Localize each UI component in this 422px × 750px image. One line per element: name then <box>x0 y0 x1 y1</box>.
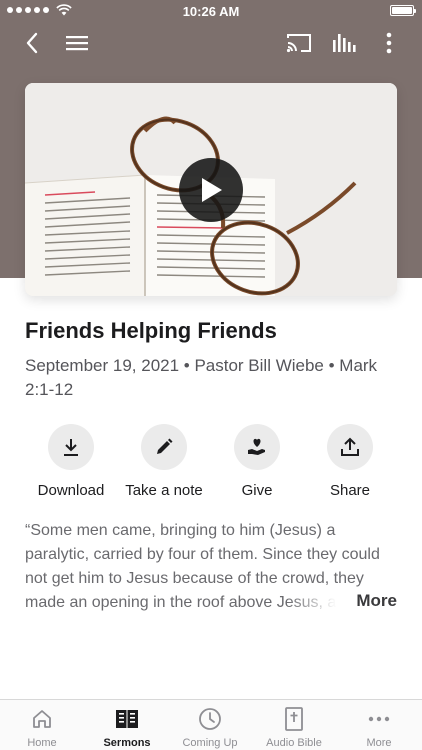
tab-coming-up[interactable]: Coming Up <box>168 706 252 749</box>
menu-button[interactable] <box>62 28 92 58</box>
tab-more[interactable]: More <box>337 706 421 749</box>
book-icon <box>116 710 138 728</box>
back-button[interactable] <box>17 28 47 58</box>
take-note-button[interactable]: Take a note <box>114 424 214 499</box>
audio-bars-icon <box>333 34 356 52</box>
sermon-meta: September 19, 2021 • Pastor Bill Wiebe •… <box>25 356 378 399</box>
hamburger-icon <box>66 36 88 51</box>
share-circle <box>327 424 373 470</box>
download-circle <box>48 424 94 470</box>
tab-sermons-label: Sermons <box>103 737 151 749</box>
cast-button[interactable] <box>284 28 314 58</box>
give-button[interactable]: Give <box>207 424 307 499</box>
bible-icon <box>285 707 303 731</box>
status-time: 10:26 AM <box>182 4 240 19</box>
play-button[interactable] <box>179 158 243 222</box>
download-button[interactable]: Download <box>21 424 121 499</box>
chevron-left-icon <box>26 32 38 54</box>
overflow-menu-button[interactable] <box>374 28 404 58</box>
give-label: Give <box>241 482 273 499</box>
sermon-artwork[interactable] <box>25 83 397 296</box>
take-note-circle <box>141 424 187 470</box>
tab-home[interactable]: Home <box>0 706 84 749</box>
cast-icon <box>286 34 311 53</box>
battery-icon <box>390 5 416 16</box>
sermon-title: Friends Helping Friends <box>25 318 277 343</box>
take-note-label: Take a note <box>125 482 203 499</box>
play-icon <box>202 178 222 202</box>
sermon-description: “Some men came, bringing to him (Jesus) … <box>25 519 397 615</box>
download-icon <box>64 439 78 456</box>
tab-coming-up-label: Coming Up <box>182 737 238 749</box>
more-link[interactable]: More <box>356 591 397 611</box>
tab-bar: Home Sermons Coming Up Audio Bible More <box>0 699 422 750</box>
tab-audio-bible[interactable]: Audio Bible <box>252 706 336 749</box>
action-bar: Download Take a note Give Share <box>25 424 397 504</box>
heart-hand-icon <box>248 438 265 455</box>
share-label: Share <box>329 482 371 499</box>
tab-sermons[interactable]: Sermons <box>85 706 169 749</box>
give-circle <box>234 424 280 470</box>
download-label: Download <box>37 482 105 499</box>
home-icon <box>33 710 51 728</box>
pencil-icon <box>157 438 173 454</box>
status-bar: 10:26 AM <box>0 0 422 22</box>
tab-home-label: Home <box>27 737 57 749</box>
share-button[interactable]: Share <box>300 424 400 499</box>
audio-levels-button[interactable] <box>329 28 359 58</box>
tab-more-label: More <box>366 737 392 749</box>
share-icon <box>341 437 359 456</box>
tab-audio-bible-label: Audio Bible <box>266 737 322 749</box>
clock-icon <box>199 708 221 730</box>
more-dots-icon <box>368 716 390 722</box>
vertical-dots-icon <box>386 32 392 54</box>
